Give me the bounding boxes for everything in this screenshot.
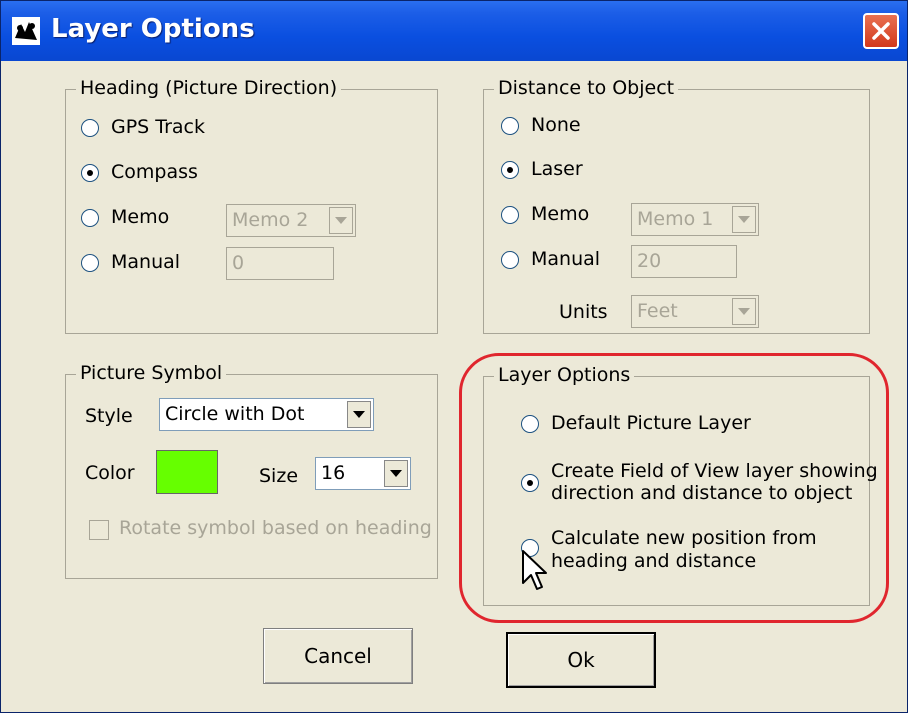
heading-manual-radio[interactable] [81, 254, 99, 272]
title-bar[interactable]: Layer Options [1, 1, 907, 61]
chevron-down-icon[interactable] [732, 206, 756, 233]
style-select-value: Circle with Dot [165, 403, 305, 425]
color-swatch[interactable] [156, 450, 218, 494]
distance-manual-value: 20 [637, 250, 662, 272]
layer-options-group-title: Layer Options [494, 364, 635, 386]
heading-memo-select-value: Memo 2 [232, 209, 309, 231]
heading-memo-radio[interactable] [81, 209, 99, 227]
cancel-button[interactable]: Cancel [263, 628, 413, 684]
heading-manual-value: 0 [232, 252, 245, 274]
distance-units-label: Units [559, 301, 608, 323]
size-select[interactable]: 16 [315, 457, 411, 490]
style-label: Style [85, 405, 133, 427]
distance-none-label: None [531, 114, 581, 136]
chevron-down-icon[interactable] [347, 401, 371, 428]
distance-manual-label: Manual [531, 248, 601, 270]
heading-manual-input[interactable]: 0 [226, 247, 334, 280]
distance-memo-label: Memo [531, 203, 590, 225]
window-title: Layer Options [51, 14, 255, 44]
calculate-position-label-line1: Calculate new position from [551, 527, 817, 549]
calculate-position-label-line2: heading and distance [551, 550, 757, 572]
size-label: Size [259, 465, 299, 487]
heading-group-title: Heading (Picture Direction) [76, 77, 342, 99]
picture-symbol-group-title: Picture Symbol [76, 362, 227, 384]
distance-memo-select[interactable]: Memo 1 [631, 203, 759, 236]
heading-memo-select[interactable]: Memo 2 [226, 204, 356, 237]
heading-compass-radio[interactable] [81, 164, 99, 182]
ok-button[interactable]: Ok [506, 632, 656, 688]
distance-memo-radio[interactable] [501, 206, 519, 224]
distance-laser-label: Laser [531, 158, 583, 180]
distance-memo-select-value: Memo 1 [637, 208, 714, 230]
distance-none-radio[interactable] [501, 117, 519, 135]
distance-manual-input[interactable]: 20 [631, 245, 737, 278]
heading-gps-track-label: GPS Track [111, 116, 205, 138]
field-of-view-radio[interactable] [521, 474, 539, 492]
close-button[interactable] [863, 13, 899, 49]
distance-units-select[interactable]: Feet [631, 295, 759, 328]
style-select[interactable]: Circle with Dot [159, 398, 374, 431]
chevron-down-icon[interactable] [732, 298, 756, 325]
distance-laser-radio[interactable] [501, 161, 519, 179]
color-label: Color [85, 462, 135, 484]
distance-group-title: Distance to Object [494, 77, 679, 99]
distance-manual-radio[interactable] [501, 251, 519, 269]
default-picture-layer-label: Default Picture Layer [551, 412, 751, 434]
heading-memo-label: Memo [111, 206, 170, 228]
close-icon [872, 22, 890, 40]
chevron-down-icon[interactable] [329, 207, 353, 234]
rotate-symbol-label: Rotate symbol based on heading [119, 517, 432, 539]
heading-gps-track-radio[interactable] [81, 119, 99, 137]
distance-units-select-value: Feet [637, 300, 678, 322]
mouse-cursor-icon [522, 550, 547, 590]
layer-options-dialog: Layer Options Heading (Picture Direction… [0, 0, 908, 713]
rotate-symbol-checkbox[interactable] [89, 520, 109, 540]
field-of-view-label-line1: Create Field of View layer showing [551, 460, 878, 482]
heading-manual-label: Manual [111, 251, 181, 273]
size-select-value: 16 [321, 462, 346, 484]
app-icon [12, 17, 40, 45]
default-picture-layer-radio[interactable] [521, 415, 539, 433]
chevron-down-icon[interactable] [384, 460, 408, 487]
heading-compass-label: Compass [111, 161, 198, 183]
field-of-view-label-line2: direction and distance to object [551, 482, 853, 504]
